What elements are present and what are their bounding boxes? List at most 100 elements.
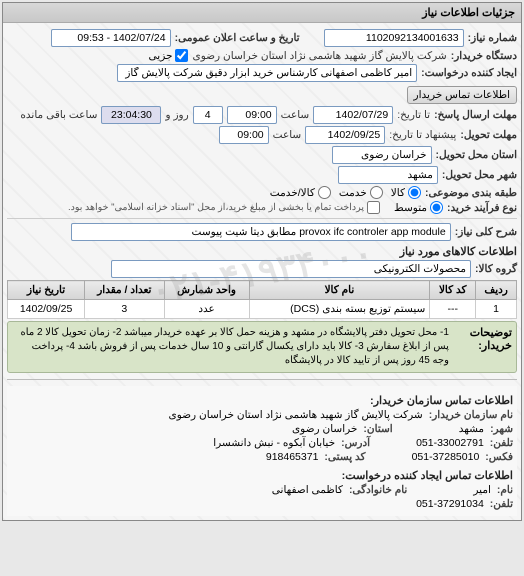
delivery-province-field <box>332 146 432 164</box>
deadline-reply-label: مهلت ارسال پاسخ: <box>434 109 517 121</box>
th-qty: تعداد / مقدار <box>85 281 164 300</box>
cell-code: --- <box>430 300 476 319</box>
th-date: تاریخ نیاز <box>8 281 85 300</box>
category-radio-group: کالا خدمت کالا/خدمت <box>270 186 421 199</box>
public-datetime-field <box>51 29 171 47</box>
cell-name: سیستم توزیع بسته بندی (DCS) <box>249 300 430 319</box>
delivery-time-field[interactable] <box>219 126 269 144</box>
delivery-date-field[interactable] <box>305 126 385 144</box>
cell-date: 1402/09/25 <box>8 300 85 319</box>
creator-contact-title: اطلاعات تماس ایجاد کننده درخواست: <box>11 469 513 482</box>
buyer-notes-box: توضیحات خریدار: 1- محل تحویل دفتر پالایش… <box>7 321 517 373</box>
delivery-city-field <box>338 166 438 184</box>
group-field <box>111 260 471 278</box>
row-requester: ایجاد کننده درخواست: اطلاعات تماس خریدار <box>7 64 517 104</box>
cell-idx: 1 <box>476 300 517 319</box>
city-label: شهر: <box>490 423 513 435</box>
row-group: گروه کالا: <box>7 260 517 278</box>
radio-medium-input[interactable] <box>430 201 443 214</box>
time-label-1: ساعت <box>281 109 310 121</box>
time-label-2: ساعت <box>273 129 302 141</box>
cell-unit: عدد <box>164 300 249 319</box>
city-value: مشهد <box>459 423 484 435</box>
need-number-field <box>324 29 464 47</box>
contact-section: اطلاعات تماس سازمان خریدار: نام سازمان خ… <box>7 386 517 516</box>
th-name: نام کالا <box>249 281 430 300</box>
delivery-deadline-label: مهلت تحویل: <box>460 129 517 141</box>
public-datetime-label: تاریخ و ساعت اعلان عمومی: <box>175 32 300 44</box>
delivery-city-label: شهر محل تحویل: <box>442 169 517 181</box>
phone-value: 051-33002791 <box>416 437 484 449</box>
need-details-panel: جزئیات اطلاعات نیاز ۰۲۱-۴۱۹۳۴۰۰۰ شماره ن… <box>2 2 522 521</box>
to-date-label: تا تاریخ: <box>397 109 430 121</box>
th-unit: واحد شمارش <box>164 281 249 300</box>
creator-name-row: نام: امیر نام خانوادگی: کاظمی اصفهانی <box>11 484 513 496</box>
table-header-row: ردیف کد کالا نام کالا واحد شمارش تعداد /… <box>8 281 517 300</box>
radio-goods-service[interactable]: کالا/خدمت <box>270 186 331 199</box>
partial-checkbox[interactable] <box>175 49 188 62</box>
fax-label: فکس: <box>485 451 513 463</box>
row-category: طبقه بندی موضوعی: کالا خدمت کالا/خدمت <box>7 186 517 199</box>
panel-header: جزئیات اطلاعات نیاز <box>3 3 521 23</box>
group-label: گروه کالا: <box>475 263 517 275</box>
contact-org-row: نام سازمان خریدار: شرکت پالایش گاز شهید … <box>11 409 513 421</box>
contact-title: اطلاعات تماس سازمان خریدار: <box>11 394 513 407</box>
partial-label: جزیی <box>149 50 173 62</box>
deadline-time-field[interactable] <box>227 106 277 124</box>
th-row: ردیف <box>476 281 517 300</box>
payment-note-text: پرداخت تمام یا بخشی از مبلغ خرید،از محل … <box>68 202 364 213</box>
radio-goods[interactable]: کالا <box>391 186 421 199</box>
address-value: خیابان آبکوه - نبش دانشسرا <box>213 437 335 449</box>
panel-body: ۰۲۱-۴۱۹۳۴۰۰۰ شماره نیاز: تاریخ و ساعت اع… <box>3 23 521 520</box>
province-label: استان: <box>363 423 392 435</box>
buyer-value: شرکت پالایش گاز شهید هاشمی نژاد استان خر… <box>192 50 446 62</box>
row-buyer: دستگاه خریدار: شرکت پالایش گاز شهید هاشم… <box>7 49 517 62</box>
radio-goods-service-input[interactable] <box>318 186 331 199</box>
contact-city-row: شهر: مشهد استان: خراسان رضوی <box>11 423 513 435</box>
key-desc-field[interactable] <box>71 223 451 241</box>
buyer-notes-text: 1- محل تحویل دفتر پالایشگاه در مشهد و هز… <box>15 326 449 368</box>
radio-service-input[interactable] <box>370 186 383 199</box>
radio-service[interactable]: خدمت <box>339 186 383 199</box>
table-row[interactable]: 1 --- سیستم توزیع بسته بندی (DCS) عدد 3 … <box>8 300 517 319</box>
row-process-type: نوع فرآیند خرید: متوسط پرداخت تمام یا بخ… <box>7 201 517 214</box>
requester-label: ایجاد کننده درخواست: <box>421 67 517 79</box>
key-desc-label: شرح کلی نیاز: <box>455 226 517 238</box>
process-type-label: نوع فرآیند خرید: <box>447 202 517 214</box>
delivery-to-label: پیشنهاد تا تاریخ: <box>389 129 456 141</box>
creator-tel-row: تلفن: 051-37291034 <box>11 498 513 510</box>
buyer-notes-label: توضیحات خریدار: <box>452 326 512 352</box>
org-label: نام سازمان خریدار: <box>429 409 513 421</box>
requester-field <box>117 64 417 82</box>
fax-value: 051-37285010 <box>412 451 480 463</box>
org-value: شرکت پالایش گاز شهید هاشمی نژاد استان خر… <box>168 409 422 421</box>
need-number-label: شماره نیاز: <box>468 32 517 44</box>
name-value: امیر <box>473 484 491 496</box>
row-deadline: مهلت ارسال پاسخ: تا تاریخ: ساعت روز و سا… <box>7 106 517 124</box>
province-value: خراسان رضوی <box>292 423 357 435</box>
time-left-field <box>101 106 161 124</box>
family-label: نام خانوادگی: <box>349 484 407 496</box>
category-label: طبقه بندی موضوعی: <box>425 187 517 199</box>
payment-note-check[interactable]: پرداخت تمام یا بخشی از مبلغ خرید،از محل … <box>68 201 380 214</box>
radio-medium[interactable]: متوسط <box>394 201 443 214</box>
buyer-label: دستگاه خریدار: <box>451 50 517 62</box>
buyer-contact-button[interactable]: اطلاعات تماس خریدار <box>407 86 517 104</box>
contact-fax-row: فکس: 051-37285010 کد پستی: 918465371 <box>11 451 513 463</box>
name-label: نام: <box>497 484 513 496</box>
days-left-field <box>193 106 223 124</box>
items-table: ردیف کد کالا نام کالا واحد شمارش تعداد /… <box>7 280 517 319</box>
payment-note-checkbox[interactable] <box>367 201 380 214</box>
cell-qty: 3 <box>85 300 164 319</box>
row-need-number: شماره نیاز: تاریخ و ساعت اعلان عمومی: <box>7 29 517 47</box>
tel2-label: تلفن: <box>490 498 513 510</box>
postal-value: 918465371 <box>266 451 319 463</box>
row-delivery: مهلت تحویل: پیشنهاد تا تاریخ: ساعت <box>7 126 517 144</box>
time-left-label: ساعت باقی مانده <box>20 109 97 121</box>
radio-goods-input[interactable] <box>408 186 421 199</box>
deadline-date-field[interactable] <box>313 106 393 124</box>
row-key-desc: شرح کلی نیاز: <box>7 223 517 241</box>
postal-label: کد پستی: <box>324 451 365 463</box>
tel2-value: 051-37291034 <box>416 498 484 510</box>
partial-check: جزیی <box>149 49 189 62</box>
